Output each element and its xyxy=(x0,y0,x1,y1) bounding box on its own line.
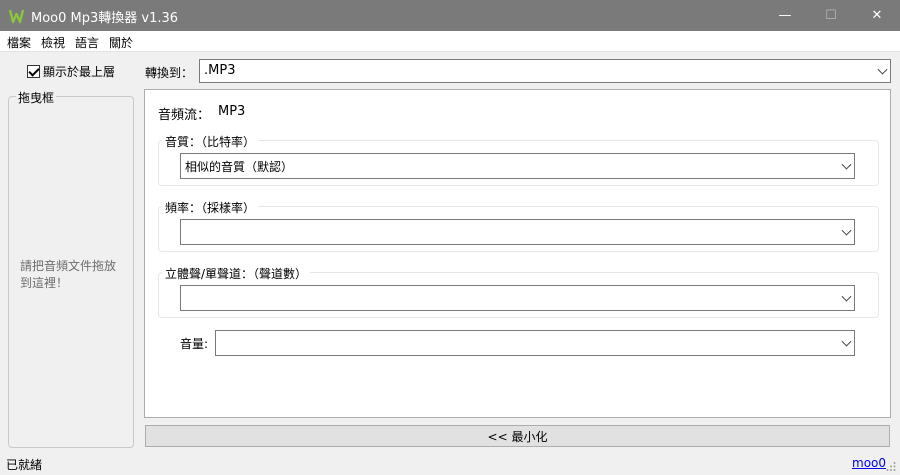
drop-zone-hint: 請把音頻文件拖放到這裡！ xyxy=(20,259,117,290)
close-icon[interactable]: ✕ xyxy=(854,0,900,31)
chevron-down-icon xyxy=(841,159,852,170)
audio-stream-value: MP3 xyxy=(218,104,246,119)
volume-label: 音量: xyxy=(180,337,209,351)
quality-select[interactable]: 相似的音質（默認） xyxy=(180,153,855,179)
frequency-select[interactable] xyxy=(180,219,855,245)
convert-format-select[interactable]: .MP3 xyxy=(199,59,891,83)
menu-bar: 檔案 檢視 語言 關於 xyxy=(0,31,900,52)
chevron-down-icon xyxy=(841,336,852,347)
chevron-down-icon xyxy=(877,64,888,75)
status-text: 已就緒 xyxy=(6,458,43,472)
menu-file[interactable]: 檔案 xyxy=(7,34,31,51)
drop-zone-title: 拖曳框 xyxy=(16,89,57,106)
always-on-top-label: 顯示於最上層 xyxy=(43,65,116,79)
frequency-title: 頻率：（採樣率） xyxy=(162,199,259,216)
menu-language[interactable]: 語言 xyxy=(75,34,99,51)
resize-grip-icon[interactable] xyxy=(886,461,896,471)
convert-to-label: 轉換到： xyxy=(145,66,194,80)
title-bar: Moo0 Mp3轉換器 v1.36 — ☐ ✕ xyxy=(0,0,900,31)
quality-title: 音質：（比特率） xyxy=(162,133,259,150)
minimize-panel-button[interactable]: << 最小化 xyxy=(145,425,890,447)
always-on-top-checkbox[interactable]: 顯示於最上層 xyxy=(27,63,115,80)
checkbox-checked-icon[interactable] xyxy=(27,65,40,78)
channels-select[interactable] xyxy=(180,285,855,311)
quality-value: 相似的音質（默認） xyxy=(185,160,294,174)
maximize-icon[interactable]: ☐ xyxy=(808,0,854,31)
minimize-icon[interactable]: — xyxy=(762,0,808,31)
window-title: Moo0 Mp3轉換器 v1.36 xyxy=(31,11,179,26)
convert-format-value: .MP3 xyxy=(204,63,236,78)
chevron-down-icon xyxy=(841,225,852,236)
menu-view[interactable]: 檢視 xyxy=(41,34,65,51)
volume-select[interactable] xyxy=(215,330,855,356)
chevron-down-icon xyxy=(841,291,852,302)
moo0-link[interactable]: moo0 xyxy=(852,456,886,470)
menu-about[interactable]: 關於 xyxy=(109,34,133,51)
audio-stream-label: 音頻流： xyxy=(158,108,211,123)
app-logo-icon xyxy=(8,7,25,24)
channels-title: 立體聲/單聲道：（聲道數） xyxy=(162,265,311,282)
